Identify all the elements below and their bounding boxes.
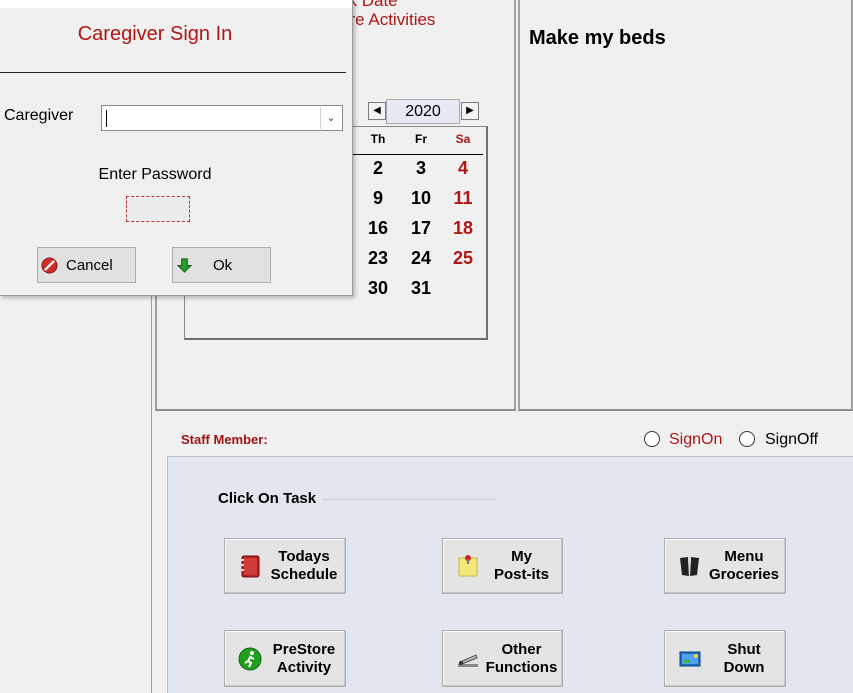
monitor-power-icon [679,651,701,666]
caregiver-combobox[interactable] [101,105,343,131]
text-caret [106,110,107,127]
dialog-title: Caregiver Sign In [77,23,233,45]
note-panel [518,0,853,411]
chevron-down-icon[interactable]: ⌄ [320,107,341,129]
dow-thursday: Th [370,132,386,146]
note-text: Make my beds [529,27,666,49]
calendar-day[interactable]: 17 [406,218,436,239]
dow-friday: Fr [415,132,427,146]
calendar-day[interactable]: 10 [406,188,436,209]
cancel-button[interactable]: Cancel [37,247,136,283]
calendar-day[interactable]: 11 [448,188,478,209]
dialog-divider [0,72,346,73]
menu-book-icon [680,557,699,576]
green-down-arrow-icon [176,257,193,273]
cancel-label: Cancel [66,256,113,274]
todays-schedule-button[interactable]: Todays Schedule [224,538,346,594]
signon-label[interactable]: SignOn [669,431,722,449]
menu-groceries-label: Menu Groceries [708,548,780,583]
my-post-its-button[interactable]: My Post-its [442,538,563,594]
staff-member-label: Staff Member: [181,432,268,447]
signoff-label[interactable]: SignOff [765,431,818,449]
signoff-radio[interactable] [739,431,755,447]
calendar-day[interactable]: 2 [363,158,393,179]
calendar-day[interactable]: 30 [363,278,393,299]
shut-down-label: Shut Down [723,640,765,676]
calendar-day[interactable]: 18 [448,218,478,239]
click-on-task-label: Click On Task [218,490,317,507]
prev-year-button[interactable]: ◀ [368,102,386,120]
prestore-activity-label: PreStore Activity [272,640,336,676]
year-field[interactable]: 2020 [386,99,460,124]
calendar-header-line2: ure Activities [340,10,436,29]
todays-schedule-label: Todays Schedule [270,548,338,583]
cancel-icon [41,256,58,274]
signon-radio[interactable] [644,431,660,447]
triangle-left-icon: ◀ [373,105,381,116]
other-functions-label: Other Functions [485,640,558,676]
caregiver-label: Caregiver [4,107,74,124]
ok-label: Ok [213,256,233,274]
calendar-divider [352,154,483,155]
left-panel [0,295,152,693]
prestore-activity-button[interactable]: PreStore Activity [224,630,346,687]
calendar-day[interactable]: 4 [448,158,478,179]
shut-down-button[interactable]: Shut Down [664,630,786,687]
calendar-day[interactable]: 23 [363,248,393,269]
password-label: Enter Password [98,166,212,183]
stapler-icon [458,653,478,667]
calendar-day[interactable]: 16 [363,218,393,239]
ok-button[interactable]: Ok [172,247,271,283]
calendar-day[interactable]: 31 [406,278,436,299]
next-year-button[interactable]: ▶ [461,102,479,120]
my-post-its-label: My Post-its [493,548,549,583]
planner-book-icon [240,555,260,578]
calendar-day[interactable]: 24 [406,248,436,269]
dialog-titlebar [0,0,352,8]
sticky-note-icon [458,555,478,577]
dow-saturday: Sa [455,132,471,146]
other-functions-button[interactable]: Other Functions [442,630,563,687]
task-group-rule [322,499,497,500]
password-field[interactable] [126,196,190,222]
calendar-day[interactable]: 25 [448,248,478,269]
menu-groceries-button[interactable]: Menu Groceries [664,538,786,594]
running-man-icon [238,647,262,670]
calendar-day[interactable]: 9 [363,188,393,209]
calendar-day[interactable]: 3 [406,158,436,179]
triangle-right-icon: ▶ [466,105,474,116]
